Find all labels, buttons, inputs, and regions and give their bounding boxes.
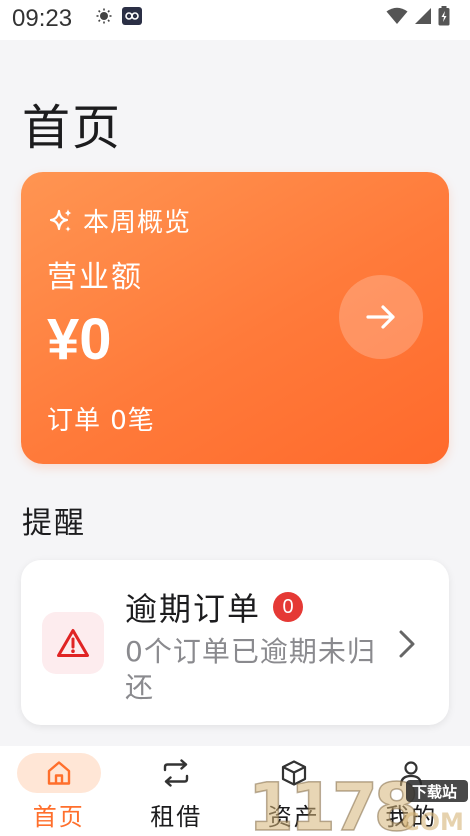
box-icon: [281, 760, 306, 786]
nav-rent-icon-wrap: [134, 753, 218, 793]
weekly-overview-label: 本周概览: [83, 208, 192, 238]
battery-icon: [438, 6, 450, 26]
status-icons-left: [96, 7, 142, 25]
warning-icon: [57, 629, 89, 657]
overdue-title-row: 逾期订单 0: [125, 584, 304, 630]
orders-count: 订单 0笔: [47, 406, 155, 436]
overdue-orders-title: 逾期订单: [125, 590, 262, 628]
app-notification-icon: [122, 7, 142, 25]
home-icon: [47, 761, 70, 785]
arrow-right-icon: [366, 305, 395, 329]
page-title: 首页: [22, 100, 123, 156]
nav-item-assets[interactable]: 资产: [239, 746, 349, 832]
weekly-overview-card: 本周概览 营业额 ¥0 订单 0笔: [21, 172, 449, 464]
signal-icon: [415, 8, 431, 24]
user-icon: [400, 761, 423, 787]
wifi-icon: [386, 7, 408, 24]
nav-label-profile: 我的: [385, 803, 438, 831]
overdue-description: 0个订单已逾期未归还: [125, 635, 376, 704]
overdue-count-badge: 0: [273, 592, 304, 622]
nav-item-rent[interactable]: 租借: [121, 746, 231, 832]
nav-item-profile[interactable]: 我的: [356, 746, 466, 832]
nav-label-home: 首页: [32, 803, 85, 831]
overdue-icon-container: [42, 612, 104, 674]
nav-profile-icon-wrap: [369, 753, 453, 793]
revenue-label: 营业额: [47, 260, 143, 295]
sparkle-icon: [49, 208, 72, 232]
status-time: 09:23: [12, 5, 73, 32]
nav-home-icon-wrap: [16, 753, 101, 793]
revenue-value: ¥0: [47, 307, 112, 372]
chevron-right-icon: [399, 630, 415, 658]
swap-icon: [164, 759, 189, 787]
overdue-orders-card[interactable]: 逾期订单 0 0个订单已逾期未归还: [21, 560, 449, 725]
nav-item-home[interactable]: 首页: [4, 746, 114, 832]
status-icons-right: [386, 6, 450, 26]
status-bar: 09:23: [0, 0, 470, 40]
brightness-icon: [96, 8, 112, 24]
reminders-section-title: 提醒: [22, 506, 86, 541]
bottom-navigation: 首页 租借 资产 我的: [0, 746, 470, 836]
weekly-overview-header: 本周概览: [47, 202, 191, 239]
nav-label-rent: 租借: [150, 803, 203, 831]
view-details-button[interactable]: [339, 275, 423, 359]
nav-assets-icon-wrap: [252, 753, 336, 793]
nav-label-assets: 资产: [267, 803, 320, 831]
